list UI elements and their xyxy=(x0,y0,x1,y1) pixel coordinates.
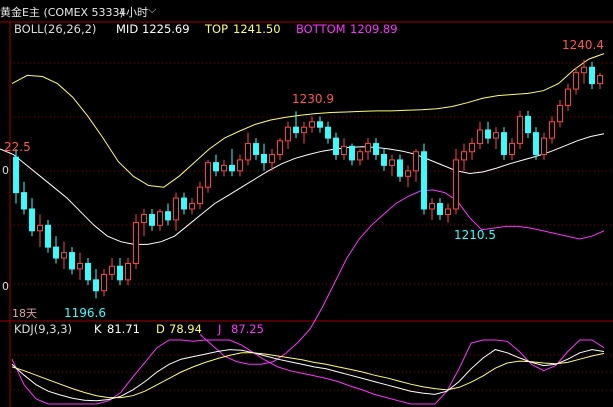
price-label-high-2: 1240.4 xyxy=(562,38,604,52)
candle-down xyxy=(373,143,379,155)
candle-up xyxy=(205,162,211,188)
candle-up xyxy=(517,115,523,145)
candle-up xyxy=(157,211,163,226)
candle-down xyxy=(397,159,403,177)
candle-up xyxy=(277,140,283,155)
candle-up xyxy=(357,151,363,161)
candle-up xyxy=(141,213,147,224)
candle-up xyxy=(237,159,243,172)
candle-down xyxy=(13,156,19,194)
candle-up xyxy=(549,121,555,139)
candle-down xyxy=(229,164,235,172)
candle-down xyxy=(293,126,299,134)
kdj-k-line xyxy=(11,349,605,402)
candle-up xyxy=(477,129,483,145)
kdj-j-line xyxy=(11,339,605,405)
candle-up xyxy=(341,145,347,155)
boll-bottom-line xyxy=(199,189,605,365)
price-label-low-1: 1196.6 xyxy=(64,306,106,320)
candle-down xyxy=(69,252,75,270)
candle-down xyxy=(149,213,155,226)
price-label-left: 22.5 xyxy=(4,140,31,154)
candle-up xyxy=(189,203,195,210)
candle-down xyxy=(485,129,491,139)
candle-down xyxy=(501,132,507,155)
candle-up xyxy=(509,143,515,155)
candle-up xyxy=(301,126,307,134)
candle-down xyxy=(349,145,355,161)
candle-up xyxy=(309,121,315,128)
candle-up xyxy=(197,186,203,205)
candle-up xyxy=(493,132,499,139)
candle-up xyxy=(61,252,67,259)
candle-up xyxy=(285,126,291,142)
price-label-high-1: 1230.9 xyxy=(292,92,334,106)
candle-down xyxy=(53,246,59,259)
candle-down xyxy=(253,143,259,155)
candle-down xyxy=(421,151,427,210)
candle-up xyxy=(573,72,579,90)
candle-down xyxy=(165,211,171,221)
candle-down xyxy=(181,197,187,210)
period-label: 18天 xyxy=(12,307,37,320)
candle-down xyxy=(589,66,595,85)
candle-up xyxy=(541,137,547,155)
candle-up xyxy=(125,262,131,281)
candle-up xyxy=(565,88,571,106)
candle-down xyxy=(85,262,91,281)
candle-up xyxy=(77,262,83,270)
candle-down xyxy=(93,279,99,292)
candle-down xyxy=(533,132,539,155)
candle-down xyxy=(261,153,267,164)
candle-up xyxy=(597,74,603,85)
candle-down xyxy=(117,265,123,281)
candle-up xyxy=(221,164,227,172)
axis-label-lower: 0 xyxy=(2,280,9,293)
candle-down xyxy=(333,137,339,155)
candle-down xyxy=(21,192,27,210)
price-chart[interactable]: 22.5 1230.9 1240.4 1196.6 1210.5 0 0 xyxy=(0,0,613,407)
candle-up xyxy=(413,151,419,172)
candle-up xyxy=(389,159,395,166)
kdj-lines xyxy=(11,339,605,405)
candle-up xyxy=(445,208,451,215)
boll-top-line xyxy=(11,53,605,188)
candle-down xyxy=(29,208,35,232)
candle-down xyxy=(325,126,331,139)
candle-up xyxy=(405,170,411,177)
candle-up xyxy=(133,222,139,264)
kdj-d-line xyxy=(11,352,605,399)
candle-up xyxy=(453,159,459,210)
candle-down xyxy=(437,203,443,215)
candle-up xyxy=(581,66,587,74)
candle-up xyxy=(269,153,275,164)
candle-up xyxy=(365,143,371,153)
price-label-low-2: 1210.5 xyxy=(454,228,496,242)
candle-up xyxy=(557,104,563,123)
candle-up xyxy=(461,151,467,161)
candle-up xyxy=(469,143,475,153)
candle-up xyxy=(173,197,179,221)
price-annotations: 22.5 1230.9 1240.4 1196.6 1210.5 0 0 xyxy=(2,38,604,320)
candle-up xyxy=(245,143,251,161)
chart-grid xyxy=(0,21,613,407)
candle-down xyxy=(317,121,323,128)
axis-label-upper: 0 xyxy=(2,164,9,177)
candle-down xyxy=(45,224,51,248)
candle-down xyxy=(525,115,531,134)
candle-up xyxy=(37,224,43,232)
candle-up xyxy=(101,273,107,292)
candle-down xyxy=(213,162,219,172)
candle-up xyxy=(109,265,115,275)
candle-up xyxy=(429,203,435,210)
candle-down xyxy=(381,153,387,166)
